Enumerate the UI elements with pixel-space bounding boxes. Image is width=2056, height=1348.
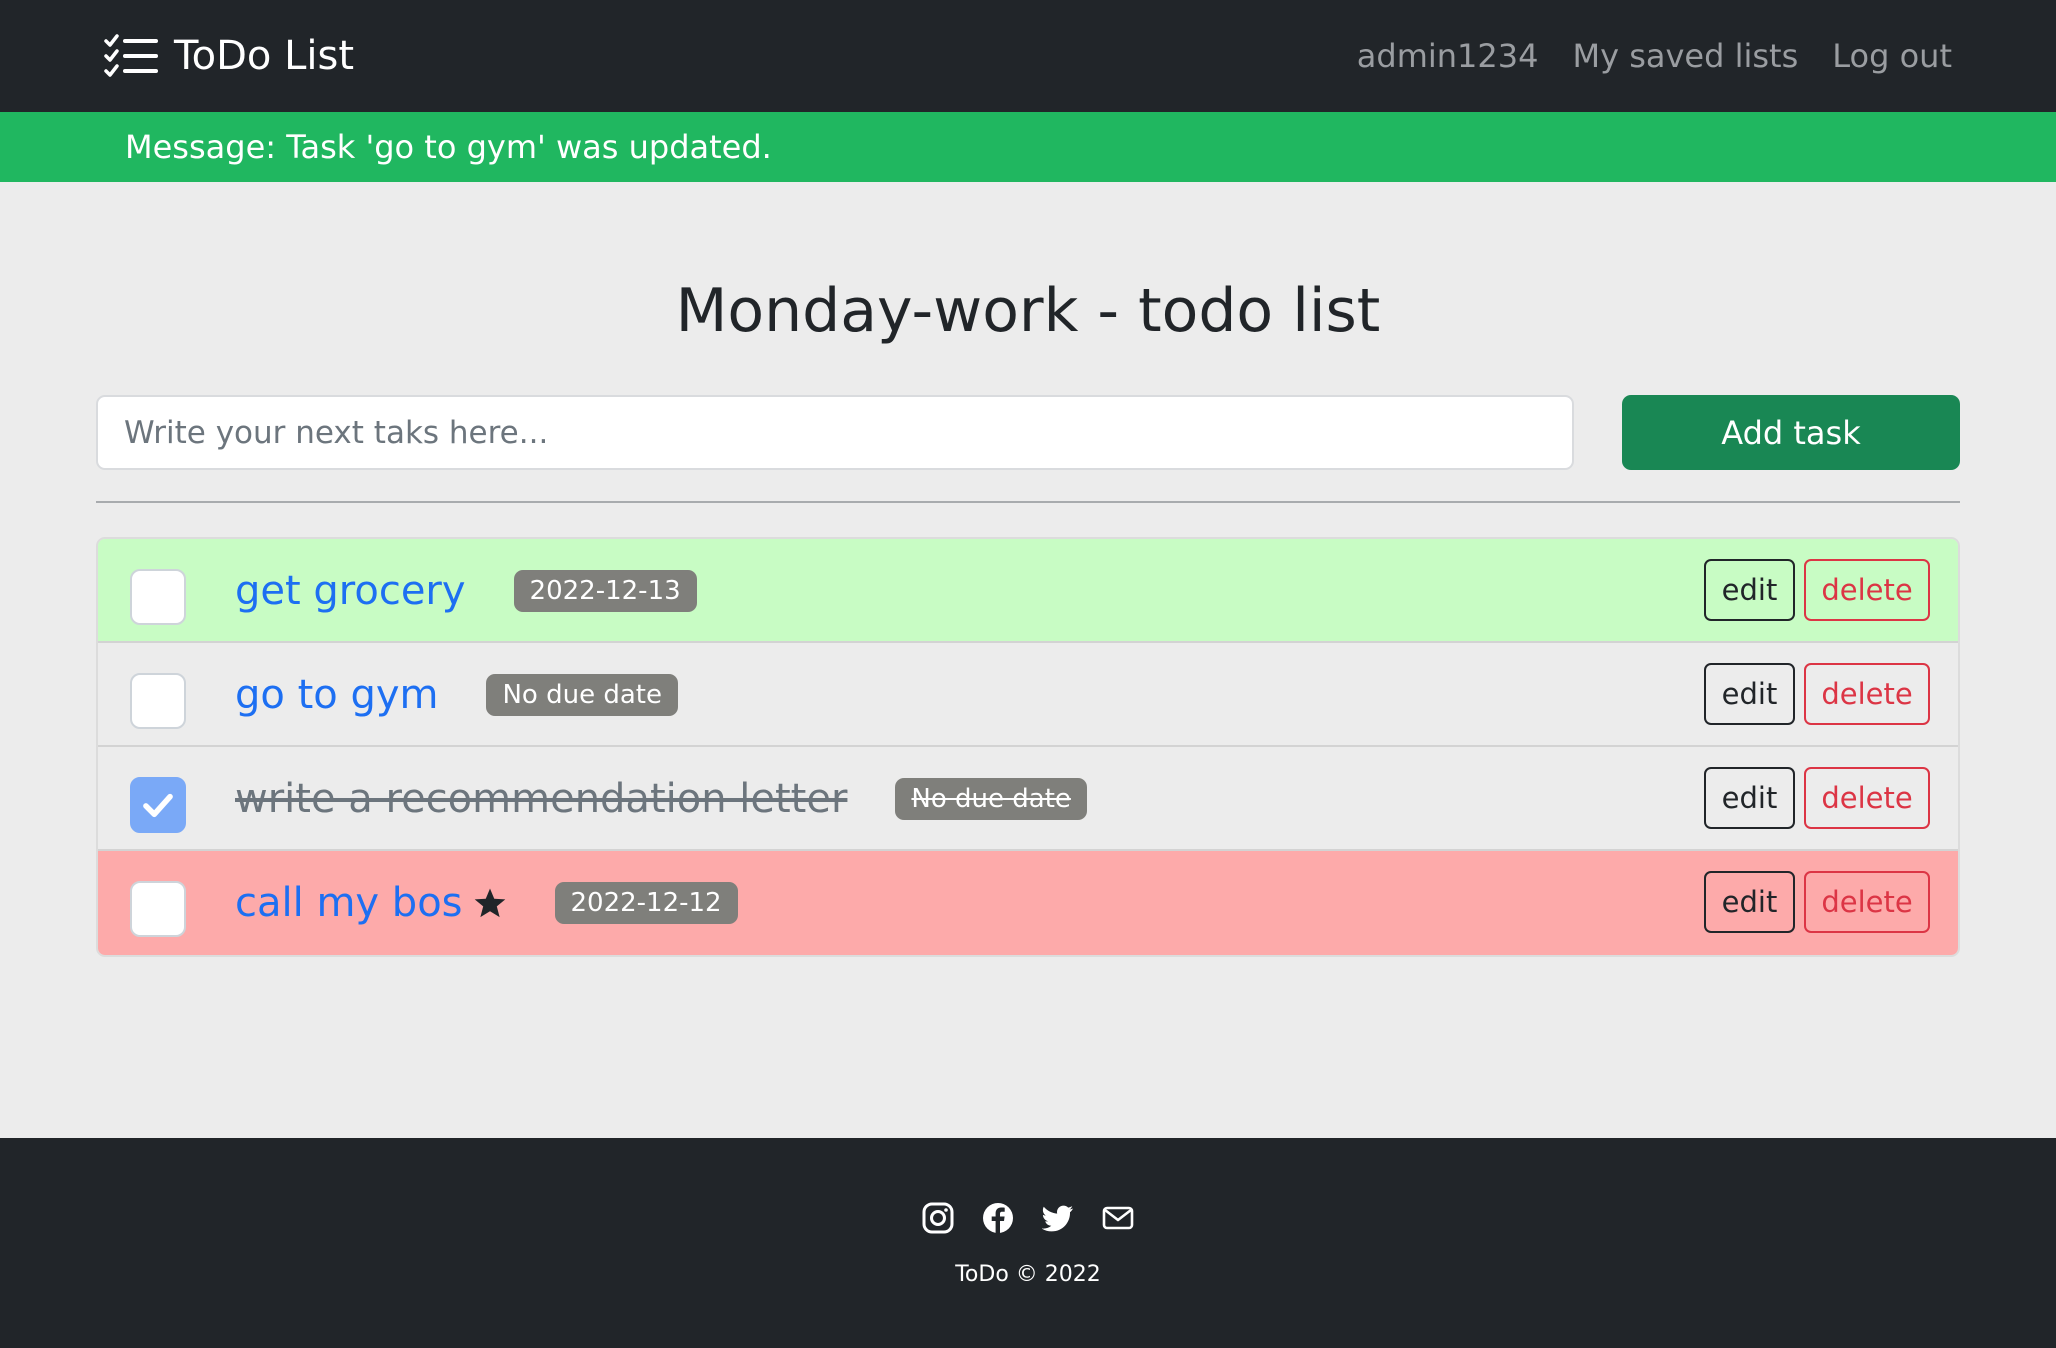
divider: [96, 501, 1960, 503]
task-name[interactable]: call my bos: [235, 880, 463, 926]
due-date-badge: No due date: [486, 674, 678, 716]
star-icon: [474, 888, 505, 918]
message-text: Message: Task 'go to gym' was updated.: [125, 128, 772, 166]
nav-link-username[interactable]: admin1234: [1357, 37, 1539, 75]
delete-button[interactable]: delete: [1804, 871, 1930, 933]
task-input[interactable]: [96, 395, 1574, 470]
nav-links: admin1234 My saved lists Log out: [1357, 28, 1952, 84]
due-date-badge: 2022-12-12: [554, 882, 738, 924]
mail-icon[interactable]: [1102, 1202, 1134, 1234]
task-checkbox[interactable]: [130, 569, 186, 625]
navbar: ToDo List admin1234 My saved lists Log o…: [0, 0, 2056, 112]
task-name[interactable]: write a recommendation letter: [235, 776, 847, 822]
task-checkbox[interactable]: [130, 881, 186, 937]
edit-button[interactable]: edit: [1704, 767, 1795, 829]
add-task-button[interactable]: Add task: [1622, 395, 1960, 470]
task-name[interactable]: get grocery: [235, 568, 466, 614]
check-icon: [143, 793, 173, 818]
brand[interactable]: ToDo List: [104, 28, 354, 84]
delete-button[interactable]: delete: [1804, 663, 1930, 725]
brand-title: ToDo List: [174, 33, 355, 79]
task-list: get grocery 2022-12-13 edit delete go to…: [96, 537, 1960, 957]
facebook-icon[interactable]: [982, 1202, 1014, 1234]
footer: ToDo © 2022: [0, 1138, 2056, 1348]
task-row: get grocery 2022-12-13 edit delete: [98, 539, 1958, 643]
task-row: call my bos 2022-12-12 edit delete: [98, 851, 1958, 955]
edit-button[interactable]: edit: [1704, 663, 1795, 725]
task-checkbox[interactable]: [130, 673, 186, 729]
task-checkbox[interactable]: [130, 777, 186, 833]
checklist-icon: [104, 34, 158, 77]
social-links: [0, 1202, 2056, 1234]
task-row: write a recommendation letter No due dat…: [98, 747, 1958, 851]
due-date-badge: No due date: [895, 778, 1087, 820]
task-row: go to gym No due date edit delete: [98, 643, 1958, 747]
edit-button[interactable]: edit: [1704, 559, 1795, 621]
nav-link-saved-lists[interactable]: My saved lists: [1572, 37, 1798, 75]
edit-button[interactable]: edit: [1704, 871, 1795, 933]
twitter-icon[interactable]: [1042, 1202, 1074, 1234]
copyright: ToDo © 2022: [955, 1262, 1101, 1287]
message-banner: Message: Task 'go to gym' was updated.: [0, 112, 2056, 182]
delete-button[interactable]: delete: [1804, 767, 1930, 829]
due-date-badge: 2022-12-13: [513, 570, 697, 612]
delete-button[interactable]: delete: [1804, 559, 1930, 621]
instagram-icon[interactable]: [922, 1202, 954, 1234]
page-title: Monday-work - todo list: [675, 276, 1381, 346]
task-name[interactable]: go to gym: [235, 672, 438, 718]
nav-link-log-out[interactable]: Log out: [1832, 37, 1952, 75]
